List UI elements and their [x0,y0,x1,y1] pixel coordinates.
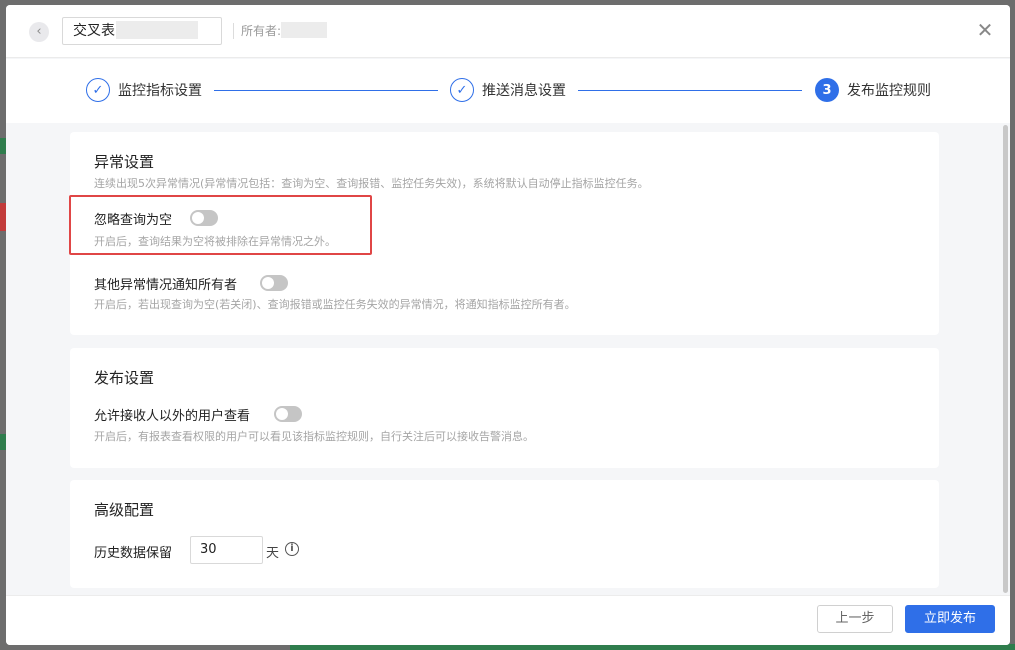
notify-owner-toggle[interactable] [260,275,288,291]
owner-label: 所有者: [241,24,282,38]
advanced-config-card: 高级配置 历史数据保留 30 天 i [70,480,939,588]
notify-owner-description: 开启后，若出现查询为空(若关闭)、查询报错或监控任务失效的异常情况，将通知指标监… [94,298,576,311]
report-name-text: 交叉表 [73,23,115,39]
section-title: 发布设置 [94,369,155,387]
notify-owner-label: 其他异常情况通知所有者 [94,278,238,293]
redacted-name [116,21,198,39]
modal-header: ‹ 交叉表 所有者: ✕ [6,5,1010,58]
step-push-message: ✓ 推送消息设置 [450,77,566,103]
publish-rule-modal: ‹ 交叉表 所有者: ✕ ✓ 监控指标设置 ✓ 推送消息设置 3 发布监控规则 … [6,5,1010,645]
section-title: 高级配置 [94,501,155,519]
info-icon[interactable]: i [285,542,299,556]
redacted-owner [281,22,327,38]
history-retention-label: 历史数据保留 [94,546,173,561]
step-connector [578,90,802,91]
check-icon: ✓ [450,78,474,102]
history-retention-input[interactable]: 30 [190,536,263,564]
allow-others-description: 开启后，有报表查看权限的用户可以看见该指标监控规则，自行关注后可以接收告警消息。 [94,430,534,443]
history-unit: 天 [266,546,280,561]
highlight-box [69,195,372,255]
allow-others-toggle[interactable] [274,406,302,422]
allow-others-label: 允许接收人以外的用户查看 [94,409,251,424]
publish-now-button[interactable]: 立即发布 [905,605,995,633]
scrollbar[interactable] [1003,125,1008,593]
step-publish-rule: 3 发布监控规则 [815,77,931,103]
modal-footer: 上一步 立即发布 [6,595,1010,645]
previous-step-button[interactable]: 上一步 [817,605,893,633]
step-connector [214,90,438,91]
section-description: 连续出现5次异常情况(异常情况包括：查询为空、查询报错、监控任务失效)，系统将默… [94,177,649,190]
section-title: 异常设置 [94,153,155,171]
divider [233,23,234,39]
step-label: 发布监控规则 [847,83,931,99]
step-label: 推送消息设置 [482,83,566,99]
step-monitor-metric: ✓ 监控指标设置 [86,77,202,103]
step-number: 3 [815,78,839,102]
chevron-left-icon[interactable]: ‹ [29,22,49,42]
stepper: ✓ 监控指标设置 ✓ 推送消息设置 3 发布监控规则 [6,59,1010,123]
close-icon[interactable]: ✕ [974,19,996,41]
publish-settings-card: 发布设置 允许接收人以外的用户查看 开启后，有报表查看权限的用户可以看见该指标监… [70,348,939,468]
check-icon: ✓ [86,78,110,102]
step-label: 监控指标设置 [118,83,202,99]
